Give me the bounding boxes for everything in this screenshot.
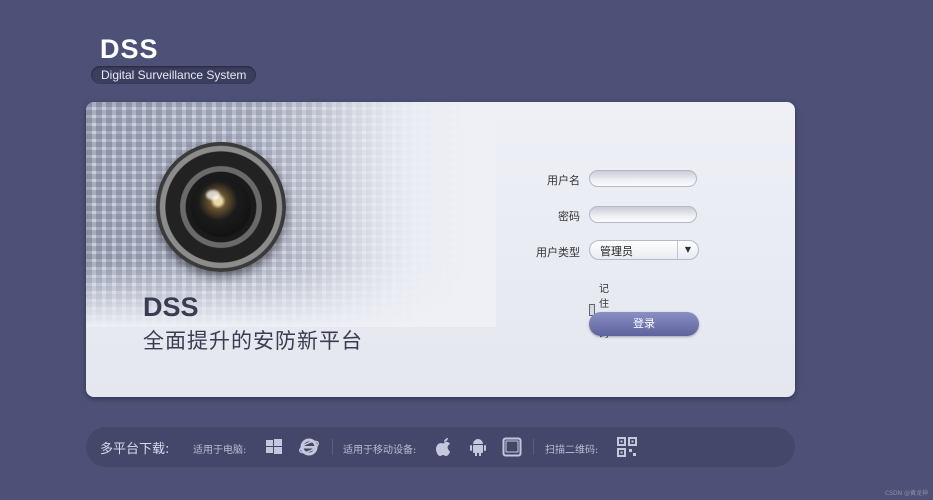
qr-label: 扫描二维码: — [545, 445, 599, 456]
download-bar: 多平台下载: 适用于电脑: 适用于移动设备: 扫描二维码: — [86, 427, 795, 467]
apple-icon[interactable] — [434, 437, 454, 457]
hero-banner: DSS 全面提升的安防新平台 — [86, 102, 496, 353]
camera-lens-icon — [156, 142, 286, 272]
android-icon[interactable] — [468, 437, 488, 457]
login-button[interactable]: 登录 — [589, 312, 699, 336]
download-title: 多平台下载: — [100, 442, 170, 457]
username-label: 用户名 — [547, 174, 580, 187]
password-input[interactable] — [590, 211, 696, 227]
ie-icon[interactable] — [299, 437, 319, 457]
username-input[interactable] — [590, 175, 696, 191]
password-field[interactable] — [589, 206, 697, 227]
hero-subtitle: 全面提升的安防新平台 — [143, 329, 363, 353]
windows-icon[interactable] — [264, 437, 284, 457]
login-panel: DSS 全面提升的安防新平台 用户名 密码 用户类型 管理员 ▼ 记住密码 登录 — [86, 102, 795, 397]
user-type-value: 管理员 — [600, 245, 633, 258]
user-type-label: 用户类型 — [536, 246, 580, 259]
chevron-down-icon[interactable]: ▼ — [677, 241, 698, 259]
logo: DSS — [100, 34, 159, 64]
logo-tagline: Digital Surveillance System — [91, 66, 257, 84]
mobile-label: 适用于移动设备: — [343, 445, 417, 456]
username-field[interactable] — [589, 170, 697, 191]
hero-title: DSS — [143, 292, 199, 322]
user-type-select[interactable]: 管理员 ▼ — [589, 240, 699, 260]
password-label: 密码 — [558, 210, 580, 223]
qr-code-icon[interactable] — [617, 437, 637, 457]
tablet-icon[interactable] — [502, 437, 522, 457]
watermark: CSDN @黄龙神 — [884, 490, 928, 497]
pc-label: 适用于电脑: — [193, 445, 247, 456]
